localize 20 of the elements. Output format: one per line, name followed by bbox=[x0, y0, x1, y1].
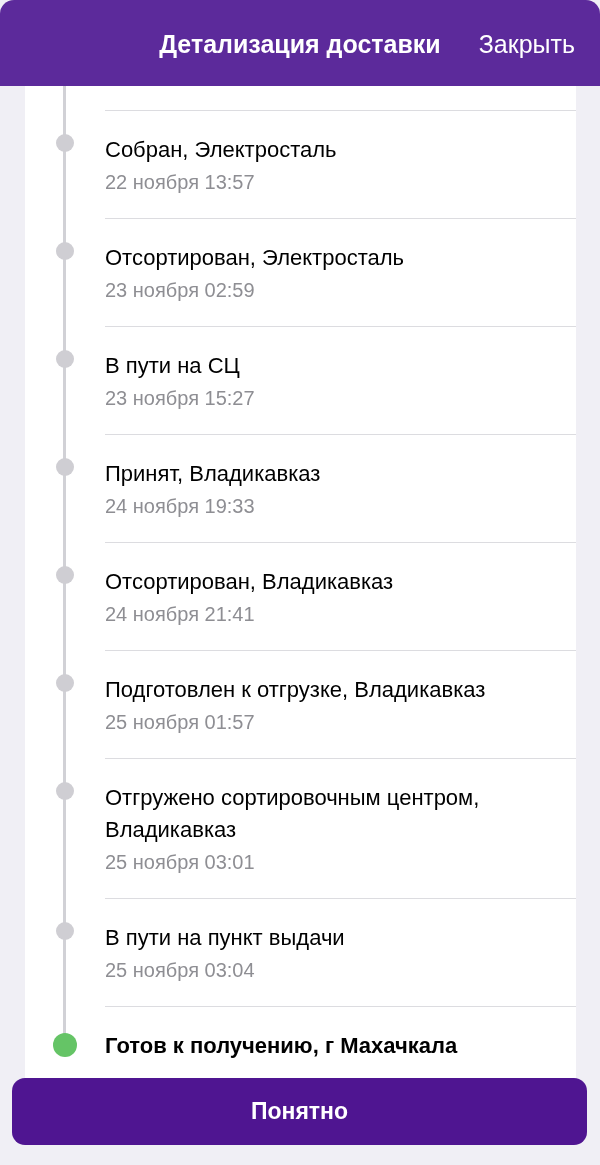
event-time: 24 ноября 19:33 bbox=[105, 494, 256, 518]
event-time: 25 ноября 01:57 bbox=[105, 710, 256, 734]
event-title: В пути на СЦ bbox=[105, 352, 241, 380]
event-time: 23 ноября 15:27 bbox=[105, 386, 256, 410]
event-title: Собран, Электросталь bbox=[105, 136, 338, 164]
event-time: 25 ноября 03:01 bbox=[105, 850, 256, 874]
event-time: 22 ноября 13:57 bbox=[105, 170, 256, 194]
event-title: Готов к получению, г Махачкала bbox=[105, 1032, 459, 1060]
event-time: 24 ноября 21:41 bbox=[105, 602, 256, 626]
screen-title: Детализация доставки bbox=[159, 29, 441, 59]
event-title: Отгружено сортировочным центром, Владикавказ bbox=[105, 784, 481, 844]
event-time: 23 ноября 02:59 bbox=[105, 278, 256, 302]
event-title: Отсортирован, Владикавказ bbox=[105, 568, 395, 596]
confirm-button[interactable]: Понятно bbox=[12, 1078, 587, 1145]
event-title: В пути на пункт выдачи bbox=[105, 924, 346, 952]
event-time: 25 ноября 03:04 bbox=[105, 958, 256, 982]
event-title: Отсортирован, Электросталь bbox=[105, 244, 405, 272]
event-title: Принят, Владикавказ bbox=[105, 460, 322, 488]
close-link[interactable]: Закрыть bbox=[478, 26, 575, 60]
event-title: Подготовлен к отгрузке, Владикавказ bbox=[105, 676, 487, 704]
